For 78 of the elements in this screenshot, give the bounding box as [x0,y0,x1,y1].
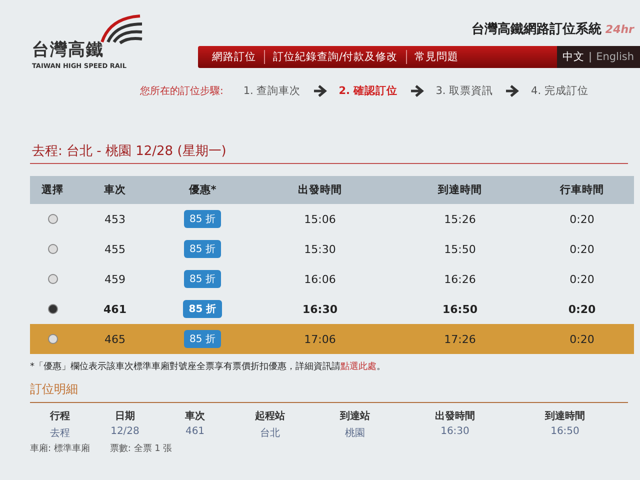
discount-badge[interactable]: 85 折 [182,300,222,318]
column-header: 行車時間 [558,183,605,197]
table-cell-text: 461 [184,426,206,439]
table-cell-text: 15:06 [303,212,337,226]
detail-text: 車廂: 標準車廂 [30,442,90,455]
service-label: 24hr [605,22,634,36]
footnote-text: *「優惠」欄位表示該車次標準車廂對號座全票享有票價折扣優惠，詳細資訊請點選此處。 [30,360,386,373]
table-cell-text: 15:50 [443,242,477,256]
language-separator: | [588,51,592,63]
column-header: 到達時間 [436,183,483,197]
column-header: 出發時間 [297,183,343,197]
table-cell-text: 17:26 [443,332,477,346]
language-link[interactable]: 中文 [562,50,585,64]
route-title: 去程: 台北 - 桃園 12/28 (星期一) [30,142,628,164]
table-cell-text: 0:20 [568,242,596,256]
details-link[interactable]: 點選此處 [340,362,376,372]
table-cell-text: 455 [104,242,126,256]
arrow-icon [410,85,424,97]
logo-text: 台灣高鐵 [32,39,104,61]
step-label: 1. 查詢車次 [243,84,301,98]
discount-badge[interactable]: 85 折 [184,330,222,348]
table-cell-text: 461 [102,302,128,316]
table-cell-text: 459 [104,272,126,286]
column-header: 車次 [184,410,206,423]
table-cell-text: 0:20 [568,272,596,286]
system-title: 台灣高鐵網路訂位系統 [471,20,602,38]
radio-button[interactable] [48,214,58,224]
step-label: 3. 取票資訊 [436,84,494,98]
table-cell-text: 453 [104,212,126,226]
table-cell-text: 12/28 [110,426,140,439]
table-cell-text: 桃園 [344,426,366,440]
column-header: 行程 [48,410,71,423]
table-cell-text: 0:20 [567,302,597,316]
table-cell-text: 465 [104,332,126,346]
table-row[interactable]: 455 85 折 15:30 15:50 0:20 [30,234,634,264]
table-cell-text: 17:06 [303,332,337,346]
nav-link[interactable]: 網路訂位 [204,50,265,64]
column-header: 車次 [103,183,127,197]
radio-button[interactable] [48,334,58,344]
column-header: 起程站 [254,410,286,423]
section-title: 訂位明細 [30,381,628,403]
table-cell-text: 16:50 [550,426,580,439]
arrow-icon [312,85,327,97]
table-cell-text: 16:30 [440,426,470,439]
table-cell-text: 16:50 [441,302,478,316]
discount-badge[interactable]: 85 折 [184,210,222,228]
column-header: 到達站 [338,410,371,423]
discount-badge[interactable]: 85 折 [184,270,222,288]
language-link[interactable]: English [596,51,634,63]
steps-label: 您所在的訂位步驟: [140,84,224,98]
table-row[interactable]: 453 85 折 15:06 15:26 0:20 [30,204,634,234]
nav-link[interactable]: 常見問題 [406,50,467,64]
column-header: 日期 [114,410,136,423]
table-cell-text: 15:26 [443,212,477,226]
table-row[interactable]: 459 85 折 16:06 16:26 0:20 [30,264,634,294]
table-cell-text: 16:30 [301,302,338,316]
table-cell-text: 16:26 [443,272,477,286]
table-cell-text: 去程 [49,426,71,440]
table-row[interactable]: 461 85 折 16:30 16:50 0:20 [30,294,634,324]
table-cell-text: 0:20 [568,212,596,226]
table-cell-text: 台北 [259,426,281,440]
detail-text: 票數: 全票 1 張 [110,442,172,455]
radio-button[interactable] [48,304,58,314]
column-header: 優惠* [188,183,218,197]
discount-badge[interactable]: 85 折 [184,240,222,258]
column-header: 到達時間 [544,410,586,423]
table-cell-text: 15:30 [303,242,337,256]
step-label: 2. 確認訂位 [338,84,398,98]
highlighted-row[interactable]: 465 85 折 17:06 17:26 0:20 [30,324,634,354]
column-header: 出發時間 [434,410,476,423]
nav-link[interactable]: 訂位紀錄查詢/付款及修改 [265,50,407,64]
table-cell-text: 0:20 [568,332,596,346]
table-cell-text: 16:06 [303,272,337,286]
column-header: 選擇 [40,183,64,197]
radio-button[interactable] [48,274,58,284]
step-label: 4. 完成訂位 [531,84,588,98]
arrow-icon [505,85,520,97]
radio-button[interactable] [48,244,58,254]
